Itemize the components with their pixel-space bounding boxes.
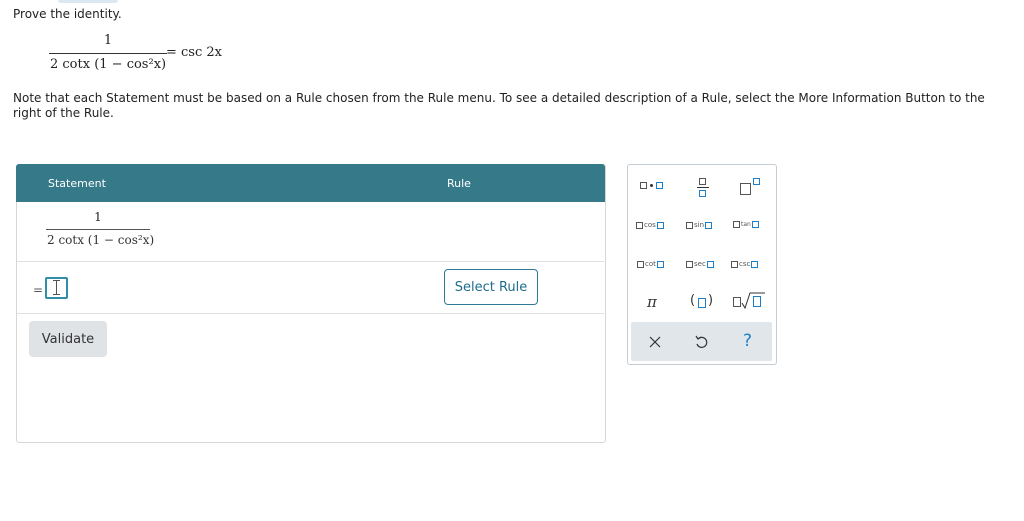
identity-numerator: 1 <box>103 33 113 48</box>
box-icon <box>656 221 664 229</box>
statement-column-header: Statement <box>48 177 106 190</box>
right-paren-icon: ) <box>708 293 714 308</box>
parentheses-button[interactable]: ( ) <box>690 293 716 310</box>
box-icon <box>706 260 714 268</box>
sin-label: sin <box>694 221 705 229</box>
multiply-dot-button[interactable] <box>640 182 663 189</box>
cursor-icon-bottom <box>53 294 60 295</box>
box-icon <box>705 221 713 229</box>
nth-root-button[interactable] <box>733 291 765 311</box>
box-icon <box>731 260 738 268</box>
radicand-box-icon <box>753 296 761 307</box>
cos-label: cos <box>644 221 656 229</box>
row1-denominator: 2 cotx (1 − cos²x) <box>47 233 155 247</box>
box-icon <box>636 221 643 229</box>
box-icon <box>686 260 693 268</box>
identity-fraction-bar <box>49 53 167 54</box>
csc-button[interactable]: csc <box>731 260 759 268</box>
box-icon <box>751 221 759 228</box>
box-icon <box>733 221 740 228</box>
top-tab-indicator <box>58 0 118 3</box>
superscript-box-icon <box>753 178 760 185</box>
base-box-icon <box>740 183 751 195</box>
undo-icon[interactable] <box>694 335 708 349</box>
tan-button[interactable]: tan <box>733 221 759 228</box>
index-box-icon <box>733 297 741 307</box>
identity-rhs: = csc 2x <box>166 45 222 60</box>
box-icon <box>656 260 664 268</box>
instructions-text: Note that each Statement must be based o… <box>13 91 985 120</box>
row1-fraction-bar <box>46 229 150 230</box>
exponent-button[interactable] <box>740 177 762 197</box>
left-paren-icon: ( <box>690 293 696 308</box>
identity-expression: 1 2 cotx (1 − cos²x) = csc 2x <box>47 33 227 77</box>
row1-numerator: 1 <box>94 210 102 224</box>
box-icon <box>637 260 644 268</box>
denominator-box-icon <box>699 190 706 197</box>
identity-denominator: 2 cotx (1 − cos²x) <box>50 57 167 72</box>
rule-column-header: Rule <box>447 177 471 190</box>
select-rule-button[interactable]: Select Rule <box>444 269 538 305</box>
row-divider-1 <box>17 261 604 262</box>
box-icon <box>751 260 759 268</box>
cot-label: cot <box>645 260 656 268</box>
box-icon <box>640 182 647 189</box>
row2-equals-sign: = <box>33 283 44 297</box>
tan-label: tan <box>741 221 751 228</box>
clear-icon[interactable] <box>649 336 661 348</box>
cot-button[interactable]: cot <box>637 260 664 268</box>
pi-button[interactable]: π <box>647 293 657 311</box>
fraction-bar-icon <box>697 187 709 188</box>
sec-button[interactable]: sec <box>686 260 714 268</box>
statement-row-1: 1 2 cotx (1 − cos²x) <box>44 210 164 254</box>
box-icon <box>686 221 693 229</box>
csc-label: csc <box>739 260 751 268</box>
cos-button[interactable]: cos <box>636 221 664 229</box>
box-icon <box>698 298 706 308</box>
sec-label: sec <box>694 260 706 268</box>
cursor-icon <box>56 280 57 295</box>
sin-button[interactable]: sin <box>686 221 713 229</box>
help-button[interactable]: ? <box>743 331 752 351</box>
dot-icon <box>650 184 653 187</box>
validate-button[interactable]: Validate <box>29 321 107 357</box>
question-heading: Prove the identity. <box>13 7 122 21</box>
fraction-button[interactable] <box>697 177 709 199</box>
numerator-box-icon <box>699 178 706 185</box>
row-divider-2 <box>17 313 604 314</box>
box-icon <box>656 182 663 189</box>
